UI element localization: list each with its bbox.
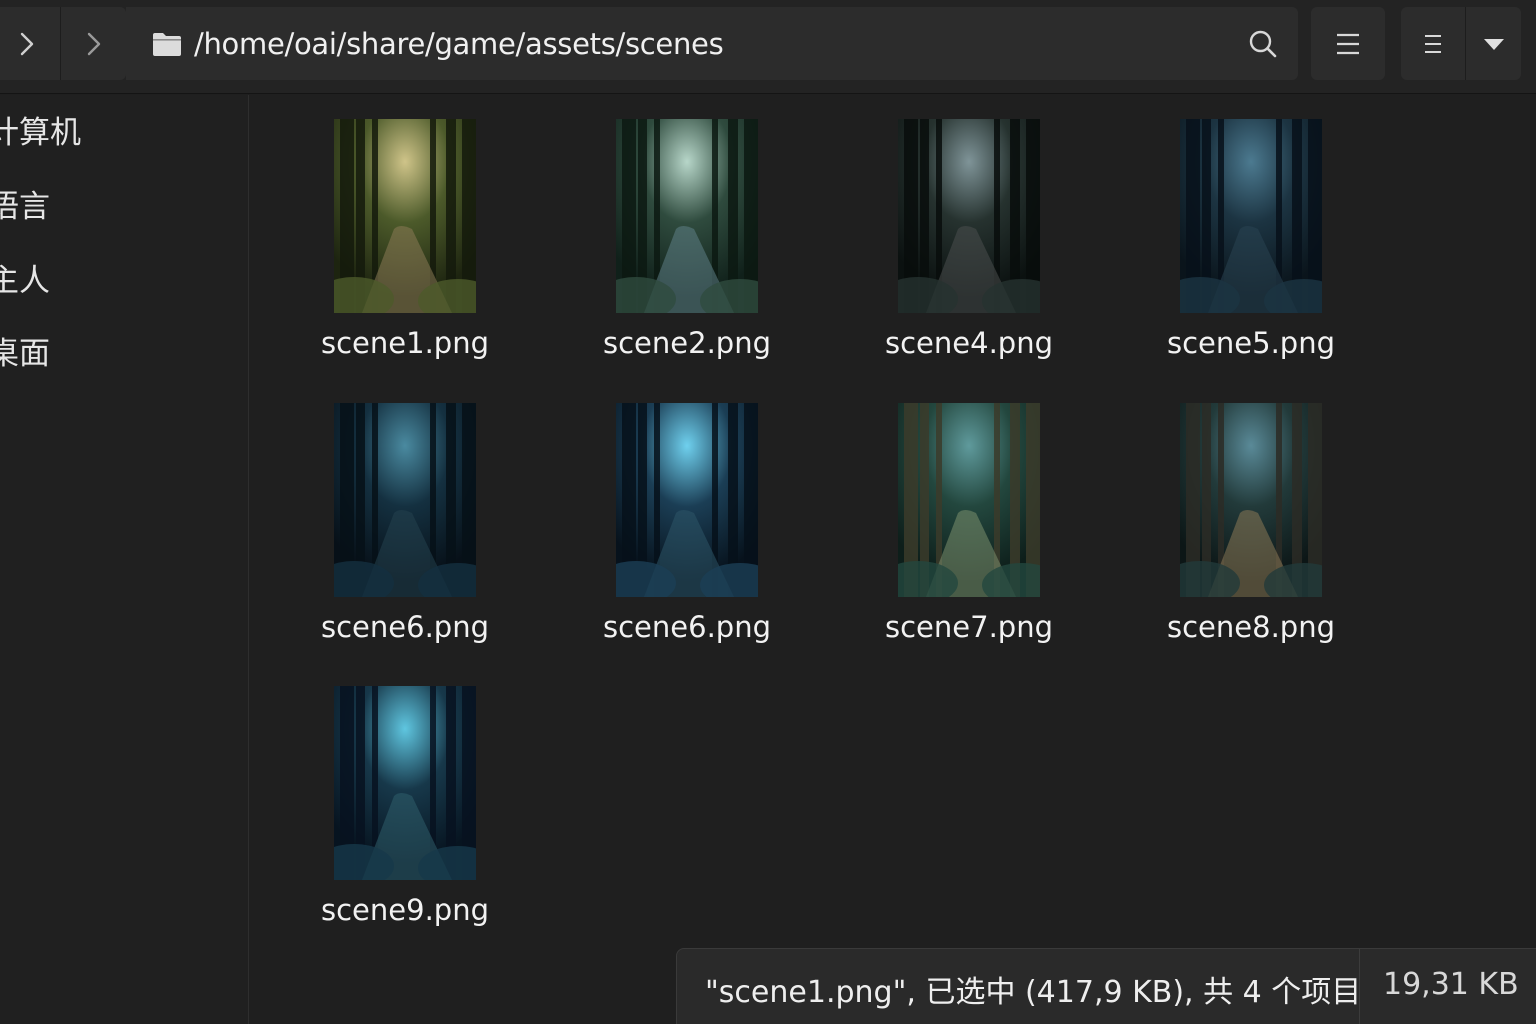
chevron-right-icon [87,32,100,55]
file-name[interactable]: scene6.png [275,610,535,644]
file-manager-window: /home/oai/share/game/assets/scenes 计算机 语… [0,0,1536,1024]
file-name[interactable]: scene1.png [275,326,535,360]
header-bar: /home/oai/share/game/assets/scenes [0,0,1536,94]
list-view-button[interactable] [1401,7,1465,80]
file-name[interactable]: scene9.png [275,893,535,927]
chevron-right-icon [20,32,34,55]
view-switcher [1401,7,1521,80]
sidebar-item-desktop[interactable]: 桌面 [0,329,50,379]
file-grid: scene1.png scene2.png scene4.png scene5.… [250,95,1536,1024]
list-view-icon [1425,34,1441,53]
free-space-status: 19,31 KB [1383,967,1519,1002]
caret-down-icon [1483,38,1504,50]
file-name[interactable]: scene6.png [557,610,817,644]
image-thumbnail[interactable] [616,119,758,313]
file-name[interactable]: scene5.png [1121,326,1381,360]
hamburger-icon [1337,33,1359,54]
image-thumbnail[interactable] [898,119,1040,313]
selection-status: "scene1.png", 已选中 (417,9 KB), 共 4 个项目 [705,975,1362,1010]
status-divider [1359,949,1360,1024]
file-name[interactable]: scene7.png [839,610,1099,644]
sidebar-item-language[interactable]: 语言 [0,182,50,232]
status-bar: "scene1.png", 已选中 (417,9 KB), 共 4 个项目 19… [676,948,1536,1024]
view-options-button[interactable] [1465,7,1521,80]
image-thumbnail[interactable] [334,686,476,880]
search-icon[interactable] [1248,29,1278,63]
file-name[interactable]: scene4.png [839,326,1099,360]
sidebar: 计算机 语言 主人 桌面 [0,95,249,1024]
back-button[interactable] [0,7,60,80]
image-thumbnail[interactable] [898,403,1040,597]
sidebar-item-home[interactable]: 主人 [0,256,50,306]
image-thumbnail[interactable] [334,403,476,597]
image-thumbnail[interactable] [334,119,476,313]
navigation-buttons [0,7,126,80]
forward-button[interactable] [60,7,126,80]
folder-icon [152,31,182,57]
current-path[interactable]: /home/oai/share/game/assets/scenes [194,27,724,61]
file-name[interactable]: scene2.png [557,326,817,360]
image-thumbnail[interactable] [1180,119,1322,313]
sidebar-item-computer[interactable]: 计算机 [0,108,81,158]
main-menu-button[interactable] [1311,7,1385,80]
file-name[interactable]: scene8.png [1121,610,1381,644]
image-thumbnail[interactable] [616,403,758,597]
location-bar[interactable]: /home/oai/share/game/assets/scenes [126,7,1298,80]
image-thumbnail[interactable] [1180,403,1322,597]
